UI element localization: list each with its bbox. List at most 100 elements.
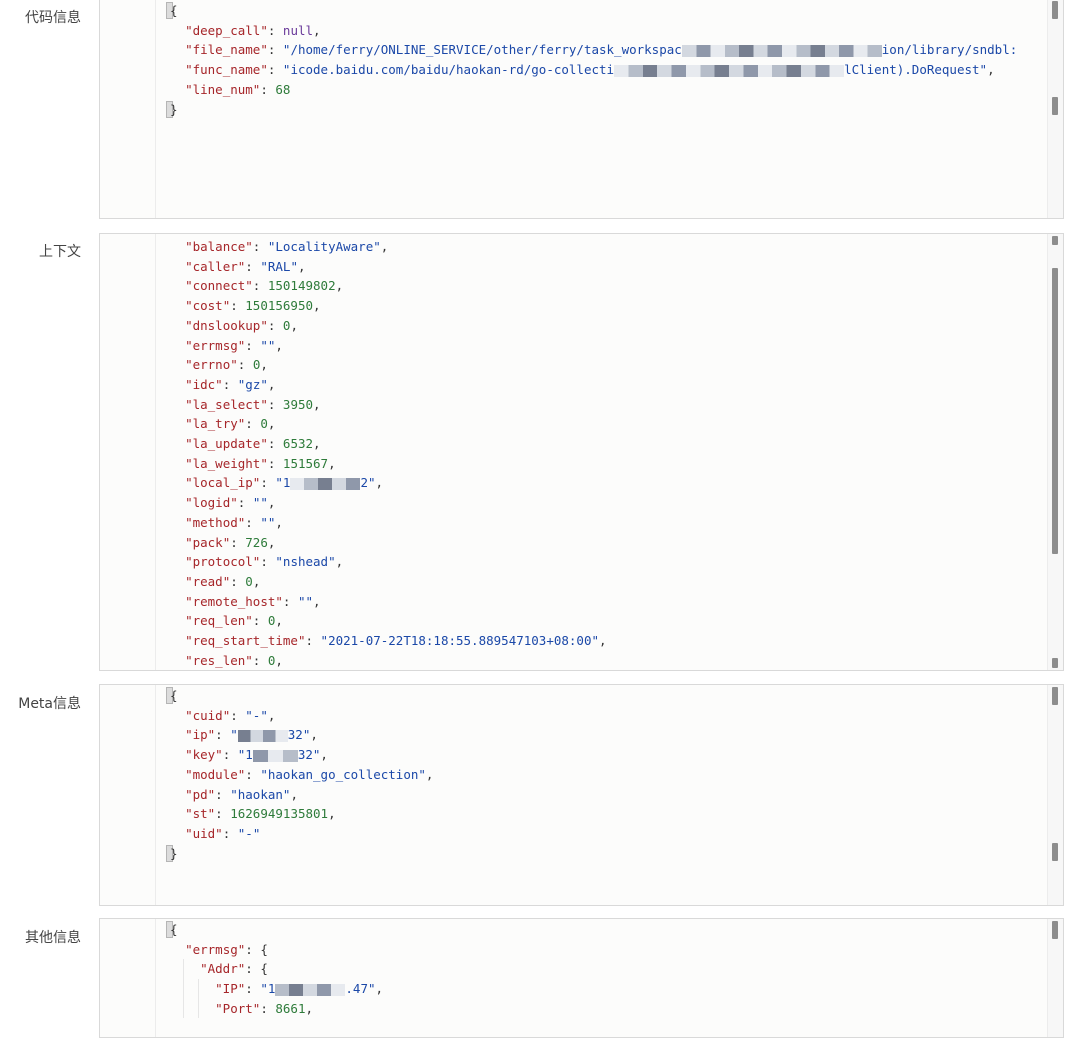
code-line[interactable]: 3 "ip": "32", bbox=[156, 725, 1047, 745]
code-line[interactable]: 6} bbox=[156, 100, 1047, 120]
code-line[interactable]: 9} bbox=[156, 844, 1047, 864]
code-text[interactable]: "balance": "LocalityAware", bbox=[170, 237, 388, 257]
code-text[interactable]: "st": 1626949135801, bbox=[170, 804, 336, 824]
code-text[interactable]: "Addr": { bbox=[170, 959, 268, 979]
scrollbar-thumb[interactable] bbox=[1052, 268, 1058, 554]
code-text[interactable]: "idc": "gz", bbox=[170, 375, 275, 395]
code-line[interactable]: 18 "method": "", bbox=[156, 513, 1047, 533]
code-text[interactable]: "key": "1 32", bbox=[170, 745, 328, 765]
code-text[interactable]: } bbox=[170, 100, 178, 120]
code-line[interactable]: 1{ bbox=[156, 920, 1047, 940]
code-text[interactable]: "method": "", bbox=[170, 513, 283, 533]
code-line[interactable]: 10 "errno": 0, bbox=[156, 355, 1047, 375]
code-area[interactable]: 1{2 "deep_call": null,3 "file_name": "/h… bbox=[156, 0, 1047, 218]
code-line[interactable]: 5 "line_num": 68 bbox=[156, 80, 1047, 100]
code-line[interactable]: 8 "uid": "-" bbox=[156, 824, 1047, 844]
code-text[interactable]: "cuid": "-", bbox=[170, 706, 275, 726]
code-area[interactable]: 1{2 "errmsg": {3 "Addr": {4 "IP": "1.47"… bbox=[156, 919, 1047, 1037]
code-text[interactable]: "connect": 150149802, bbox=[170, 276, 343, 296]
code-line[interactable]: 2 "deep_call": null, bbox=[156, 21, 1047, 41]
code-line[interactable]: 20 "protocol": "nshead", bbox=[156, 552, 1047, 572]
code-text[interactable]: "errmsg": { bbox=[170, 940, 268, 960]
code-line[interactable]: 7 "st": 1626949135801, bbox=[156, 804, 1047, 824]
json-editor[interactable]: 1{2 "deep_call": null,3 "file_name": "/h… bbox=[99, 0, 1064, 219]
code-text[interactable]: "res_len": 0, bbox=[170, 651, 283, 670]
code-line[interactable]: 3 "file_name": "/home/ferry/ONLINE_SERVI… bbox=[156, 40, 1047, 60]
code-line[interactable]: 15 "la_weight": 151567, bbox=[156, 454, 1047, 474]
scrollbar-thumb[interactable] bbox=[1052, 921, 1058, 939]
code-text[interactable]: "func_name": "icode.baidu.com/baidu/haok… bbox=[170, 60, 995, 80]
code-text[interactable]: "Port": 8661, bbox=[170, 999, 313, 1019]
code-line[interactable]: 14 "la_update": 6532, bbox=[156, 434, 1047, 454]
code-line[interactable]: 2 "errmsg": { bbox=[156, 940, 1047, 960]
code-line[interactable]: 13 "la_try": 0, bbox=[156, 414, 1047, 434]
code-line[interactable]: 5 "caller": "RAL", bbox=[156, 257, 1047, 277]
code-text[interactable]: } bbox=[170, 844, 178, 864]
code-area[interactable]: 1{2 "cuid": "-",3 "ip": "32",4 "key": "1… bbox=[156, 685, 1047, 905]
code-text[interactable]: "req_len": 0, bbox=[170, 611, 283, 631]
code-line[interactable]: 6 "connect": 150149802, bbox=[156, 276, 1047, 296]
code-text[interactable]: "line_num": 68 bbox=[170, 80, 290, 100]
code-line[interactable]: 5 "Port": 8661, bbox=[156, 998, 1047, 1019]
vertical-scrollbar[interactable] bbox=[1047, 234, 1063, 670]
code-line[interactable]: 4 "func_name": "icode.baidu.com/baidu/ha… bbox=[156, 60, 1047, 80]
code-text[interactable]: "ip": " 32", bbox=[170, 725, 318, 745]
code-line[interactable]: 19 "pack": 726, bbox=[156, 533, 1047, 553]
code-text[interactable]: "pd": "haokan", bbox=[170, 785, 298, 805]
code-text[interactable]: "local_ip": "1 2", bbox=[170, 473, 383, 493]
code-text[interactable]: "la_update": 6532, bbox=[170, 434, 321, 454]
scrollbar-thumb-end[interactable] bbox=[1052, 97, 1058, 115]
code-text[interactable]: "dnslookup": 0, bbox=[170, 316, 298, 336]
code-line[interactable]: 4 "key": "132", bbox=[156, 745, 1047, 765]
code-text[interactable]: "errmsg": "", bbox=[170, 336, 283, 356]
scrollbar-thumb-bottom[interactable] bbox=[1052, 658, 1058, 668]
scrollbar-thumb-end[interactable] bbox=[1052, 843, 1058, 861]
code-line[interactable]: 1{ bbox=[156, 1, 1047, 21]
code-text[interactable]: "protocol": "nshead", bbox=[170, 552, 343, 572]
code-text[interactable]: "pack": 726, bbox=[170, 533, 275, 553]
code-text[interactable]: "la_weight": 151567, bbox=[170, 454, 336, 474]
vertical-scrollbar[interactable] bbox=[1047, 919, 1063, 1037]
code-line[interactable]: 17 "logid": "", bbox=[156, 493, 1047, 513]
code-line[interactable]: 1{ bbox=[156, 686, 1047, 706]
code-line[interactable]: 21 "read": 0, bbox=[156, 572, 1047, 592]
code-text[interactable]: "cost": 150156950, bbox=[170, 296, 320, 316]
code-line[interactable]: 5 "module": "haokan_go_collection", bbox=[156, 765, 1047, 785]
code-text[interactable]: "req_start_time": "2021-07-22T18:18:55.8… bbox=[170, 631, 606, 651]
code-line[interactable]: 4 "IP": "1.47", bbox=[156, 979, 1047, 999]
code-line[interactable]: 3 "Addr": { bbox=[156, 959, 1047, 980]
json-editor[interactable]: 1{2 "errmsg": {3 "Addr": {4 "IP": "1.47"… bbox=[99, 918, 1064, 1038]
code-text[interactable]: "caller": "RAL", bbox=[170, 257, 305, 277]
scrollbar-thumb[interactable] bbox=[1052, 687, 1058, 705]
code-text[interactable]: "la_try": 0, bbox=[170, 414, 275, 434]
scrollbar-thumb[interactable] bbox=[1052, 1, 1058, 19]
scrollbar-thumb-top[interactable] bbox=[1052, 236, 1058, 245]
code-line[interactable]: 11 "idc": "gz", bbox=[156, 375, 1047, 395]
code-area[interactable]: 4 "balance": "LocalityAware",5 "caller":… bbox=[156, 234, 1047, 670]
code-line[interactable]: 22 "remote_host": "", bbox=[156, 592, 1047, 612]
code-line[interactable]: 2 "cuid": "-", bbox=[156, 706, 1047, 726]
code-line[interactable]: 24 "req_start_time": "2021-07-22T18:18:5… bbox=[156, 631, 1047, 651]
code-line[interactable]: 16 "local_ip": "12", bbox=[156, 473, 1047, 493]
code-line[interactable]: 4 "balance": "LocalityAware", bbox=[156, 237, 1047, 257]
json-editor[interactable]: 1{2 "cuid": "-",3 "ip": "32",4 "key": "1… bbox=[99, 684, 1064, 906]
code-text[interactable]: "module": "haokan_go_collection", bbox=[170, 765, 433, 785]
code-text[interactable]: "errno": 0, bbox=[170, 355, 268, 375]
code-line[interactable]: 7 "cost": 150156950, bbox=[156, 296, 1047, 316]
code-text[interactable]: "logid": "", bbox=[170, 493, 275, 513]
code-text[interactable]: "deep_call": null, bbox=[170, 21, 321, 41]
code-text[interactable]: "IP": "1 .47", bbox=[170, 979, 383, 999]
code-text[interactable]: "remote_host": "", bbox=[170, 592, 321, 612]
json-editor[interactable]: 4 "balance": "LocalityAware",5 "caller":… bbox=[99, 233, 1064, 671]
vertical-scrollbar[interactable] bbox=[1047, 0, 1063, 218]
code-line[interactable]: 9 "errmsg": "", bbox=[156, 336, 1047, 356]
code-line[interactable]: 6 "pd": "haokan", bbox=[156, 785, 1047, 805]
code-line[interactable]: 8 "dnslookup": 0, bbox=[156, 316, 1047, 336]
code-text[interactable]: { bbox=[170, 920, 178, 940]
code-text[interactable]: "file_name": "/home/ferry/ONLINE_SERVICE… bbox=[170, 40, 1017, 60]
code-text[interactable]: "read": 0, bbox=[170, 572, 260, 592]
code-text[interactable]: { bbox=[170, 1, 178, 21]
code-text[interactable]: { bbox=[170, 686, 178, 706]
code-line[interactable]: 23 "req_len": 0, bbox=[156, 611, 1047, 631]
code-line[interactable]: 12 "la_select": 3950, bbox=[156, 395, 1047, 415]
